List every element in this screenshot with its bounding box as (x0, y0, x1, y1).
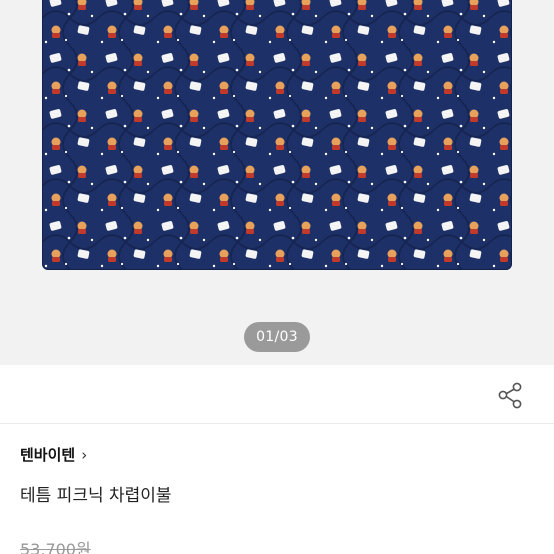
brand-link[interactable]: 텐바이텐 › (20, 444, 87, 465)
product-image-gallery[interactable]: 01/03 (0, 0, 554, 365)
product-action-bar (0, 365, 554, 424)
share-icon[interactable] (494, 379, 526, 411)
product-image[interactable] (42, 0, 512, 270)
product-info: 텐바이텐 › 테틈 피크닉 차렵이불 53,700원 (0, 425, 554, 554)
product-title: 테틈 피크닉 차렵이불 (20, 486, 172, 506)
chevron-right-icon: › (81, 445, 88, 464)
image-page-indicator: 01/03 (244, 322, 310, 352)
brand-name: 텐바이텐 (20, 446, 76, 464)
original-price: 53,700원 (20, 540, 91, 554)
